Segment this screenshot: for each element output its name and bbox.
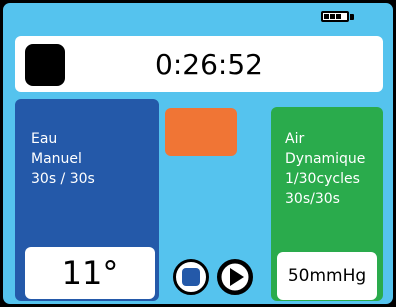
- air-timing-label: 30s/30s: [285, 191, 340, 207]
- temperature-display[interactable]: 11°: [25, 247, 155, 299]
- water-control-label: Manuel: [31, 151, 82, 167]
- water-panel[interactable]: Eau Manuel 30s / 30s 11°: [15, 99, 159, 301]
- battery-icon: [321, 10, 355, 23]
- water-timing-label: 30s / 30s: [31, 171, 95, 187]
- stop-button[interactable]: [173, 259, 209, 295]
- pressure-display[interactable]: 50mmHg: [277, 252, 377, 300]
- air-cycle-label: 1/30cycles: [285, 171, 360, 187]
- water-mode-label: Eau: [31, 131, 58, 147]
- air-panel[interactable]: Air Dynamique 1/30cycles 30s/30s 50mmHg: [271, 107, 383, 301]
- timer-bar: 0:26:52: [15, 36, 383, 92]
- air-panel-details: Air Dynamique 1/30cycles 30s/30s: [285, 129, 365, 209]
- device-screen: 0:26:52 Eau Manuel 30s / 30s 11° Air Dyn…: [0, 0, 396, 307]
- stop-icon: [182, 268, 200, 286]
- air-control-label: Dynamique: [285, 151, 366, 167]
- elapsed-time: 0:26:52: [155, 47, 263, 81]
- air-mode-label: Air: [285, 131, 305, 147]
- orange-button[interactable]: [165, 108, 237, 156]
- play-button[interactable]: [217, 259, 253, 295]
- water-panel-details: Eau Manuel 30s / 30s: [31, 129, 95, 189]
- play-icon: [218, 260, 252, 294]
